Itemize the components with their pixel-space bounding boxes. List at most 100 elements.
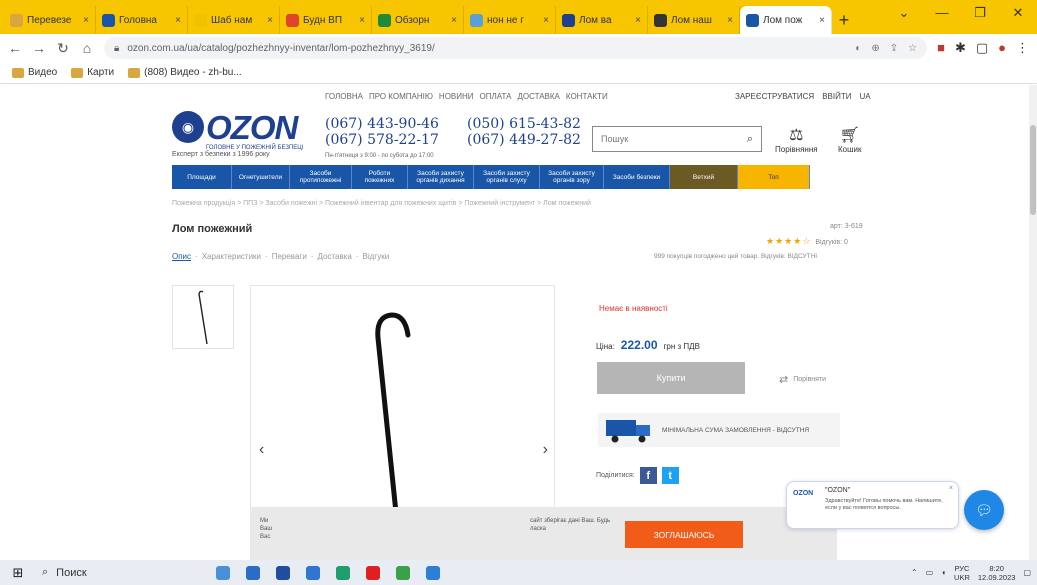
tray-chevron-icon[interactable]: ⌃ [911, 568, 918, 577]
nav-item[interactable]: Засоби захисту органів зору [540, 165, 604, 189]
taskbar-app-icon[interactable] [298, 560, 328, 585]
page-scrollbar[interactable] [1029, 85, 1037, 560]
address-bar[interactable]: 🔒︎ ozon.com.ua/ua/catalog/pozhezhnyy-inv… [104, 37, 928, 59]
scrollbar-thumb[interactable] [1030, 125, 1036, 215]
language-indicator[interactable]: РУС UKR [954, 564, 970, 582]
account-link[interactable]: UA [859, 92, 870, 101]
top-link[interactable]: ПРО КОМПАНІЮ [369, 92, 433, 101]
tab-close-icon[interactable]: × [543, 15, 549, 26]
browser-tab[interactable]: Перевезе × [4, 6, 96, 34]
tab-close-icon[interactable]: × [727, 15, 733, 26]
tab-close-icon[interactable]: × [635, 15, 641, 26]
nav-item[interactable]: Засоби протипожежні [290, 165, 352, 189]
browser-tab[interactable]: Шаб нам × [188, 6, 280, 34]
reload-icon[interactable]: ↻ [56, 40, 70, 57]
puzzle-icon[interactable]: ✱ [955, 40, 966, 56]
top-link[interactable]: КОНТАКТИ [566, 92, 608, 101]
extension-icon[interactable]: ■ [937, 40, 945, 56]
top-link[interactable]: ОПЛАТА [480, 92, 512, 101]
buy-button[interactable]: Купити [597, 362, 745, 394]
bookmark-star-icon[interactable]: ☆ [908, 43, 917, 54]
tab-close-icon[interactable]: × [359, 15, 365, 26]
new-tab-button[interactable]: + [832, 6, 856, 34]
compare-header-button[interactable]: ⚖ Порівняння [775, 127, 818, 154]
chat-close-icon[interactable]: × [949, 485, 953, 492]
nav-item[interactable]: Площади [172, 165, 232, 189]
tab-search-icon[interactable]: ⌄ [885, 0, 923, 28]
network-icon[interactable]: ▭ [926, 568, 934, 577]
search-icon[interactable]: ⌕ [747, 133, 753, 146]
browser-tab[interactable]: Лом ва × [556, 6, 648, 34]
tab-close-icon[interactable]: × [175, 15, 181, 26]
account-link[interactable]: ЗАРЕЄСТРУВАТИСЯ [735, 92, 814, 101]
breadcrumb[interactable]: Пожежна продукція > ППЗ > Засоби пожежні… [172, 200, 591, 207]
browser-tab[interactable]: Лом наш × [648, 6, 740, 34]
account-link[interactable]: ВВІЙТИ [822, 92, 851, 101]
windows-start-icon[interactable]: ⊞ [0, 565, 36, 581]
nav-item[interactable]: Засоби захисту органів слуху [474, 165, 540, 189]
product-tab[interactable]: Доставка [317, 252, 351, 261]
facebook-icon[interactable]: f [639, 467, 657, 484]
browser-tab[interactable]: Лом пож × [740, 6, 832, 34]
twitter-icon[interactable]: t [661, 467, 679, 484]
chat-open-button[interactable]: 💬︎ [964, 490, 1004, 530]
forward-icon[interactable]: → [32, 40, 46, 56]
maximize-button[interactable]: ❐ [961, 0, 999, 28]
nav-item[interactable]: Засоби безпеки [604, 165, 670, 189]
product-tab[interactable]: Опис [172, 252, 191, 261]
taskbar-app-icon[interactable] [328, 560, 358, 585]
bookmark-item[interactable]: (808) Видео - zh-bu... [128, 67, 242, 78]
reviews-count[interactable]: Відгуків: 0 [815, 239, 847, 246]
cart-button[interactable]: 🛒︎ Кошик [838, 127, 862, 154]
product-tab[interactable]: Переваги [272, 252, 307, 261]
translate-icon[interactable]: ◐ [855, 43, 861, 54]
tab-close-icon[interactable]: × [83, 15, 89, 26]
share-icon[interactable]: ⇪ [890, 43, 898, 54]
taskbar-app-icon[interactable] [268, 560, 298, 585]
chat-popup[interactable]: OZON "OZON" Здравствуйте! Готовы помочь … [786, 481, 959, 529]
top-link[interactable]: ДОСТАВКА [517, 92, 559, 101]
tab-close-icon[interactable]: × [451, 15, 457, 26]
menu-icon[interactable]: ⋮ [1016, 40, 1029, 56]
minimize-button[interactable]: — [923, 0, 961, 28]
compare-button[interactable]: ⇄ Порівняти [779, 373, 826, 386]
taskbar-app-icon[interactable] [358, 560, 388, 585]
taskbar-app-icon[interactable] [238, 560, 268, 585]
browser-tab[interactable]: нон не г × [464, 6, 556, 34]
taskbar-app-icon[interactable] [418, 560, 448, 585]
back-icon[interactable]: ← [8, 40, 22, 56]
phone-number[interactable]: (050) 615-43-82 [467, 116, 581, 132]
volume-icon[interactable]: ◖ [941, 568, 946, 577]
browser-tab[interactable]: Головна × [96, 6, 188, 34]
home-icon[interactable]: ⌂ [80, 40, 94, 56]
taskbar-app-icon[interactable] [388, 560, 418, 585]
nav-item[interactable]: Топ [738, 165, 810, 189]
cookie-accept-button[interactable]: ЗОГЛАШАЮСЬ [625, 521, 743, 548]
bookmark-item[interactable]: Видео [12, 67, 57, 78]
tab-close-icon[interactable]: × [819, 15, 825, 26]
search-input[interactable]: Пошук ⌕ [592, 126, 762, 152]
taskbar-search[interactable]: ⌕ Поиск [36, 566, 186, 579]
nav-item[interactable]: Ветхий [670, 165, 738, 189]
top-link[interactable]: ГОЛОВНА [325, 92, 363, 101]
gallery-next-icon[interactable]: › [543, 441, 548, 459]
nav-item[interactable]: Огнетушители [232, 165, 290, 189]
tab-close-icon[interactable]: × [267, 15, 273, 26]
close-window-button[interactable]: ✕ [999, 0, 1037, 28]
clock[interactable]: 8:20 12.09.2023 [978, 564, 1016, 582]
nav-item[interactable]: Роботи пожежних [352, 165, 408, 189]
rating-stars[interactable]: ★★★★☆ Відгуків: 0 [766, 236, 848, 247]
top-link[interactable]: НОВИНИ [439, 92, 474, 101]
browser-tab[interactable]: Будн ВП × [280, 6, 372, 34]
sidepanel-icon[interactable]: ▢ [976, 40, 988, 56]
product-thumbnail[interactable] [172, 285, 234, 349]
phone-number[interactable]: (067) 578-22-17 [325, 132, 439, 148]
phone-number[interactable]: (067) 443-90-46 [325, 116, 439, 132]
notifications-icon[interactable]: ▢ [1023, 568, 1031, 577]
zoom-icon[interactable]: ⊕ [871, 43, 879, 54]
bookmark-item[interactable]: Карти [71, 67, 114, 78]
browser-tab[interactable]: Обзорн × [372, 6, 464, 34]
product-tab[interactable]: Характеристики [202, 252, 261, 261]
profile-icon[interactable]: ● [998, 40, 1006, 56]
taskbar-app-icon[interactable] [208, 560, 238, 585]
